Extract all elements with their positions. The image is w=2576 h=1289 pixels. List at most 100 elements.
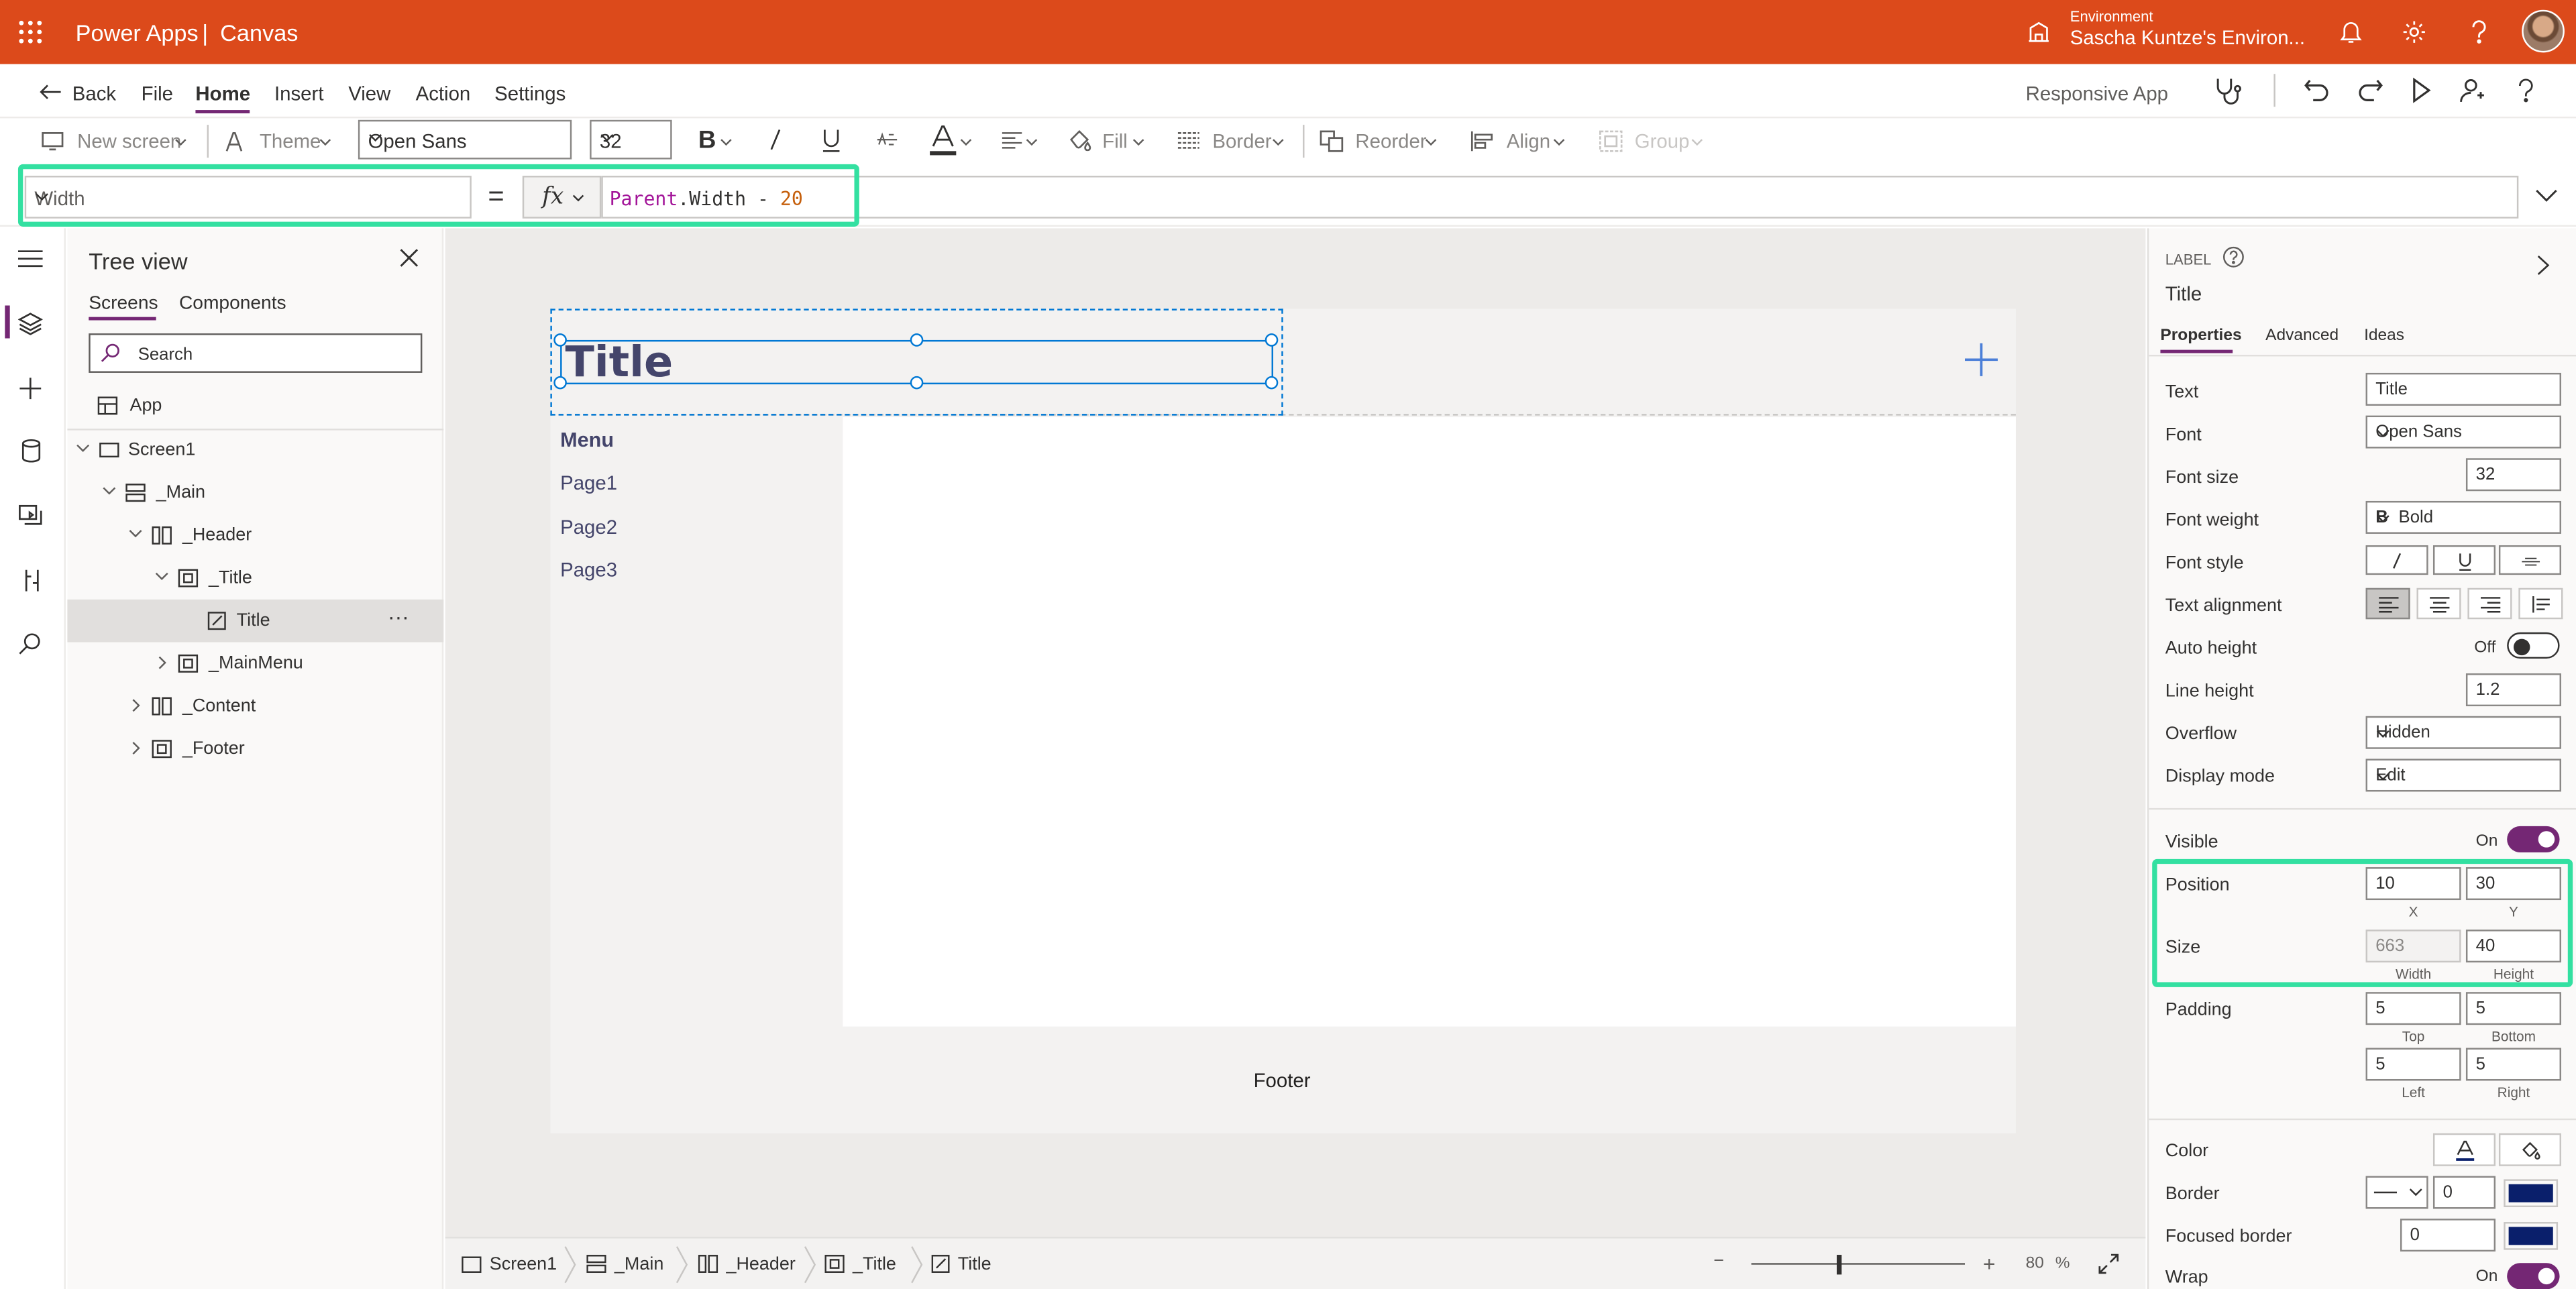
- strikethrough-toggle[interactable]: [2498, 545, 2561, 575]
- breadcrumb-main[interactable]: _Main: [614, 1255, 663, 1274]
- reorder-button[interactable]: Reorder: [1355, 129, 1426, 152]
- tree-search-box[interactable]: Search: [89, 333, 423, 373]
- underline-icon[interactable]: [822, 128, 841, 153]
- help-icon[interactable]: [2469, 19, 2489, 44]
- zoom-in-button[interactable]: +: [1983, 1251, 1996, 1276]
- auto-height-toggle[interactable]: [2507, 632, 2560, 659]
- padding-right-input[interactable]: 5: [2465, 1048, 2561, 1081]
- breadcrumb-title-container[interactable]: _Title: [853, 1255, 896, 1274]
- wrap-toggle[interactable]: [2507, 1263, 2560, 1289]
- user-avatar[interactable]: [2522, 9, 2565, 53]
- redo-icon[interactable]: [2357, 77, 2383, 103]
- collapse-panel-icon[interactable]: [2536, 255, 2550, 276]
- resize-handle[interactable]: [1265, 333, 1279, 347]
- line-height-input[interactable]: 1.2: [2465, 673, 2561, 707]
- menu-file[interactable]: File: [142, 82, 173, 105]
- fill-color-picker[interactable]: [2498, 1133, 2561, 1166]
- layers-icon[interactable]: [17, 312, 43, 335]
- data-cylinder-icon[interactable]: [21, 439, 41, 463]
- fit-to-window-icon[interactable]: [2098, 1253, 2119, 1275]
- breadcrumb-title[interactable]: Title: [958, 1255, 991, 1274]
- add-icon[interactable]: [1964, 341, 2000, 378]
- border-color-swatch[interactable]: [2504, 1179, 2559, 1208]
- font-dropdown[interactable]: Open Sans: [2365, 415, 2561, 449]
- padding-left-input[interactable]: 5: [2365, 1048, 2461, 1081]
- theme-button[interactable]: Theme: [260, 129, 321, 152]
- text-input[interactable]: Title: [2365, 372, 2561, 406]
- tree-item-title-container[interactable]: _Title: [67, 557, 443, 600]
- settings-icon[interactable]: [2402, 19, 2426, 44]
- media-icon[interactable]: [18, 504, 44, 527]
- preview-play-icon[interactable]: [2412, 77, 2431, 103]
- design-canvas[interactable]: Title Menu Page1 Page2 Page3 Footer: [445, 228, 2146, 1237]
- font-size-dropdown[interactable]: 32: [590, 119, 672, 160]
- align-right-button[interactable]: [2467, 587, 2512, 620]
- fill-button[interactable]: Fill: [1102, 129, 1128, 152]
- help-circle-icon[interactable]: [2222, 246, 2244, 268]
- visible-toggle[interactable]: [2507, 826, 2560, 853]
- app-name[interactable]: Power Apps: [76, 19, 199, 46]
- menu-action[interactable]: Action: [416, 82, 471, 105]
- focused-border-color-swatch[interactable]: [2504, 1222, 2559, 1250]
- font-weight-dropdown[interactable]: B Bold: [2365, 500, 2561, 534]
- italic-icon[interactable]: [769, 128, 782, 151]
- control-name[interactable]: Title: [2165, 282, 2202, 305]
- expand-formula-icon[interactable]: [2535, 189, 2558, 203]
- tab-components[interactable]: Components: [179, 294, 286, 313]
- breadcrumb-header[interactable]: _Header: [726, 1255, 795, 1274]
- undo-icon[interactable]: [2303, 77, 2329, 103]
- bold-icon[interactable]: B: [698, 127, 716, 155]
- menu-item-page2[interactable]: Page2: [560, 516, 617, 539]
- tree-item-title-label[interactable]: Title ···: [67, 599, 444, 642]
- group-button[interactable]: Group: [1635, 129, 1690, 152]
- tab-advanced[interactable]: Advanced: [2265, 327, 2339, 345]
- font-family-dropdown[interactable]: Open Sans: [358, 119, 572, 160]
- resize-handle[interactable]: [553, 376, 567, 390]
- tab-properties[interactable]: Properties: [2160, 327, 2241, 345]
- app-checker-icon[interactable]: [2213, 77, 2243, 105]
- padding-top-input[interactable]: 5: [2365, 992, 2461, 1025]
- zoom-slider-track[interactable]: [1751, 1263, 1966, 1265]
- italic-toggle[interactable]: [2365, 545, 2428, 575]
- breadcrumb-screen1[interactable]: Screen1: [490, 1255, 557, 1274]
- tree-item-main[interactable]: _Main: [67, 471, 443, 514]
- tab-ideas[interactable]: Ideas: [2364, 327, 2404, 345]
- app-launcher-icon[interactable]: [18, 19, 43, 44]
- strikethrough-icon[interactable]: [875, 129, 898, 149]
- hamburger-menu-icon[interactable]: [17, 249, 43, 268]
- resize-handle[interactable]: [553, 333, 567, 347]
- tab-screens[interactable]: Screens: [89, 294, 158, 313]
- resize-handle[interactable]: [910, 333, 924, 347]
- search-icon[interactable]: [18, 632, 41, 655]
- help-question-icon[interactable]: [2517, 77, 2535, 103]
- advanced-tools-icon[interactable]: [21, 568, 43, 593]
- border-thickness-input[interactable]: 0: [2432, 1176, 2496, 1209]
- tree-item-screen1[interactable]: Screen1: [67, 429, 443, 471]
- notifications-icon[interactable]: [2339, 19, 2362, 44]
- font-color-picker[interactable]: [2432, 1133, 2496, 1166]
- border-style-dropdown[interactable]: [2365, 1176, 2428, 1209]
- more-options-icon[interactable]: ···: [388, 604, 409, 629]
- resize-handle[interactable]: [910, 376, 924, 390]
- menu-item-page1[interactable]: Page1: [560, 471, 617, 494]
- font-size-input[interactable]: 32: [2465, 458, 2561, 492]
- tree-item-header[interactable]: _Header: [67, 514, 443, 557]
- menu-item-page3[interactable]: Page3: [560, 559, 617, 581]
- text-align-icon[interactable]: [1000, 131, 1023, 150]
- border-button[interactable]: Border: [1212, 129, 1271, 152]
- tree-item-app[interactable]: App: [67, 384, 443, 427]
- align-left-button[interactable]: [2365, 587, 2410, 620]
- formula-input[interactable]: Parent.Width - 20: [601, 176, 2519, 219]
- close-icon[interactable]: [399, 248, 419, 268]
- app-screen[interactable]: Title Menu Page1 Page2 Page3 Footer: [550, 309, 2016, 1133]
- new-screen-button[interactable]: New screen: [77, 129, 181, 152]
- overflow-dropdown[interactable]: Hidden: [2365, 716, 2561, 749]
- menu-view[interactable]: View: [348, 82, 390, 105]
- back-arrow-icon[interactable]: [40, 84, 62, 100]
- tree-item-footer[interactable]: _Footer: [67, 728, 443, 771]
- environment-name[interactable]: Sascha Kuntze's Environ...: [2070, 26, 2305, 49]
- share-user-icon[interactable]: [2459, 77, 2485, 103]
- resize-handle[interactable]: [1265, 376, 1279, 390]
- zoom-out-button[interactable]: −: [1713, 1251, 1724, 1271]
- font-color-icon[interactable]: [928, 125, 958, 156]
